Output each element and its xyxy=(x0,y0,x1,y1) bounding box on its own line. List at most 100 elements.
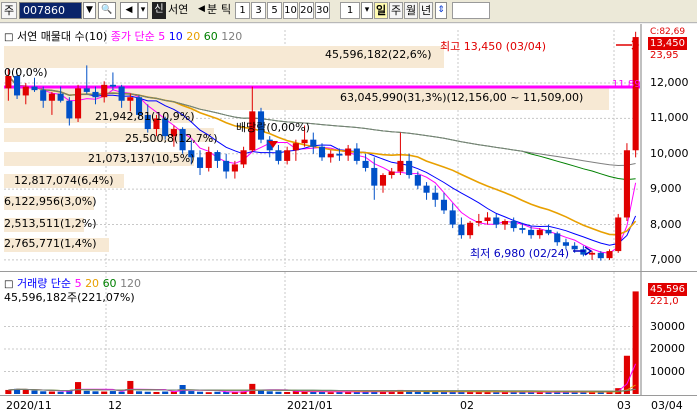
candle-body xyxy=(493,217,500,225)
candle-body xyxy=(632,37,639,151)
volume-bar xyxy=(101,391,108,394)
candle-body xyxy=(519,228,526,230)
stock-code-input[interactable]: 007860 xyxy=(19,2,82,19)
candle-body xyxy=(615,217,622,252)
tab-year[interactable]: 년 xyxy=(419,2,433,19)
volume-profile-label: 2,765,771(1,4%) xyxy=(4,237,97,250)
volume-bar xyxy=(632,291,639,394)
candle-body xyxy=(118,86,125,101)
code-dropdown-icon[interactable]: ▼ xyxy=(83,2,96,19)
candle-body xyxy=(589,252,596,255)
candle-body xyxy=(22,86,29,96)
search-icon[interactable]: 🔍 xyxy=(98,2,116,19)
period-5[interactable]: 5 xyxy=(267,2,282,19)
volume-bar xyxy=(257,390,265,394)
volume-bar xyxy=(493,392,500,394)
yaxis-tick-label: 7,000 xyxy=(650,252,682,266)
candle-body xyxy=(75,88,82,119)
volume-profile-label: 0(0,0%) xyxy=(4,66,48,79)
volume-bar xyxy=(266,391,273,394)
candle-body xyxy=(406,160,413,176)
volume-chart-panel: □ 거래량 단순 5 20 60 120 45,596,182주(221,07%… xyxy=(0,271,697,396)
candle-body xyxy=(101,84,108,98)
volume-bar xyxy=(318,391,326,394)
xaxis-label: 02 xyxy=(460,399,474,412)
volume-bar xyxy=(432,391,439,394)
candle-body xyxy=(353,148,360,161)
volume-profile-label: 45,596,182(22,6%) xyxy=(325,48,432,61)
volume-percent-box: 221,0 xyxy=(650,296,679,307)
period-20[interactable]: 20 xyxy=(299,2,314,19)
low-annotation: 최저 6,980 (02/24) xyxy=(470,247,570,260)
candle-body xyxy=(623,150,630,218)
tick-unit-dropdown-icon[interactable]: ▾ xyxy=(361,2,373,19)
yaxis-tick-label: 9,000 xyxy=(650,182,682,196)
tab-week[interactable]: 주 xyxy=(389,2,403,19)
xaxis-label: 2021/01 xyxy=(287,399,333,412)
candle-body xyxy=(449,210,456,225)
volume-bar xyxy=(75,382,82,394)
volume-bar xyxy=(5,389,12,394)
volume-bar xyxy=(127,380,134,394)
candle-body xyxy=(83,88,90,92)
candle-body xyxy=(92,91,99,98)
ma20-legend: 20 xyxy=(186,30,201,43)
candle-body xyxy=(397,160,404,172)
volume-bar xyxy=(284,391,291,394)
candle-body xyxy=(571,245,578,250)
candle-body xyxy=(510,221,517,229)
volume-profile-label: 21,942,81(10,9%) xyxy=(95,110,195,123)
price-panel-title: □ 서연 매물대 수(10) 종가 단순 5 10 20 60 120 xyxy=(4,28,242,44)
candle-body xyxy=(440,199,448,211)
count-input[interactable] xyxy=(452,2,490,19)
volume-profile-label: 21,073,137(10,5%) xyxy=(88,152,195,165)
period-3[interactable]: 3 xyxy=(251,2,266,19)
yaxis-tick-label: 10,000 xyxy=(650,146,689,160)
tick-unit-input[interactable]: 1 xyxy=(340,2,360,19)
candle-body xyxy=(423,185,430,193)
candle-body xyxy=(66,100,73,119)
tab-month[interactable]: 월 xyxy=(404,2,418,19)
candle-body xyxy=(318,146,326,158)
candle-body xyxy=(554,233,561,243)
yaxis-tick-label: 12,000 xyxy=(650,76,689,90)
candle-body xyxy=(388,171,395,176)
candle-body xyxy=(379,175,387,186)
speaker-icon[interactable]: ◀ xyxy=(120,2,138,19)
market-select[interactable]: 주 xyxy=(1,2,17,19)
top-corner-label: C:82,69 xyxy=(650,27,686,37)
collapse-icon[interactable]: □ xyxy=(4,32,13,43)
credit-badge: 신 xyxy=(152,2,166,19)
volume-bar xyxy=(275,391,282,394)
dividend-annotation: 배당락(0,00%) xyxy=(236,121,310,134)
vol-ma5-line xyxy=(8,363,637,393)
volume-bar xyxy=(135,391,143,394)
period-10[interactable]: 10 xyxy=(283,2,298,19)
candle-body xyxy=(31,86,38,91)
sma-label: 종가 단순 xyxy=(110,30,155,43)
period-1[interactable]: 1 xyxy=(235,2,250,19)
volume-yaxis-tick-label: 20000 xyxy=(650,342,685,355)
volume-bar xyxy=(467,391,474,394)
candle-body xyxy=(432,192,439,200)
scroll-updown-icon[interactable]: ⇕ xyxy=(435,2,447,19)
ma60-legend: 60 xyxy=(203,30,218,43)
candle-body xyxy=(336,153,343,156)
speaker-dropdown-icon[interactable]: ▾ xyxy=(138,2,148,19)
chart-toolbar: 주 007860 ▼ 🔍 ◀ ▾ 신 서연 ◀ 분 틱 1 3 5 10 20 … xyxy=(0,0,697,23)
candle-body xyxy=(606,251,613,259)
candle-body xyxy=(536,229,543,236)
candle-body xyxy=(214,152,221,161)
candle-body xyxy=(484,217,491,222)
candle-body xyxy=(501,221,509,225)
period-30[interactable]: 30 xyxy=(315,2,330,19)
volume-bar xyxy=(31,390,38,394)
volume-bar xyxy=(414,391,421,394)
candle-body xyxy=(231,164,238,172)
candle-body xyxy=(292,143,299,151)
tab-minute[interactable]: 분 xyxy=(207,2,221,19)
xaxis-label: 2020/11 xyxy=(6,399,52,412)
volume-profile-title: 서연 매물대 수(10) xyxy=(16,30,108,43)
tab-day[interactable]: 일 xyxy=(374,2,388,19)
tab-tick[interactable]: 틱 xyxy=(221,2,235,19)
